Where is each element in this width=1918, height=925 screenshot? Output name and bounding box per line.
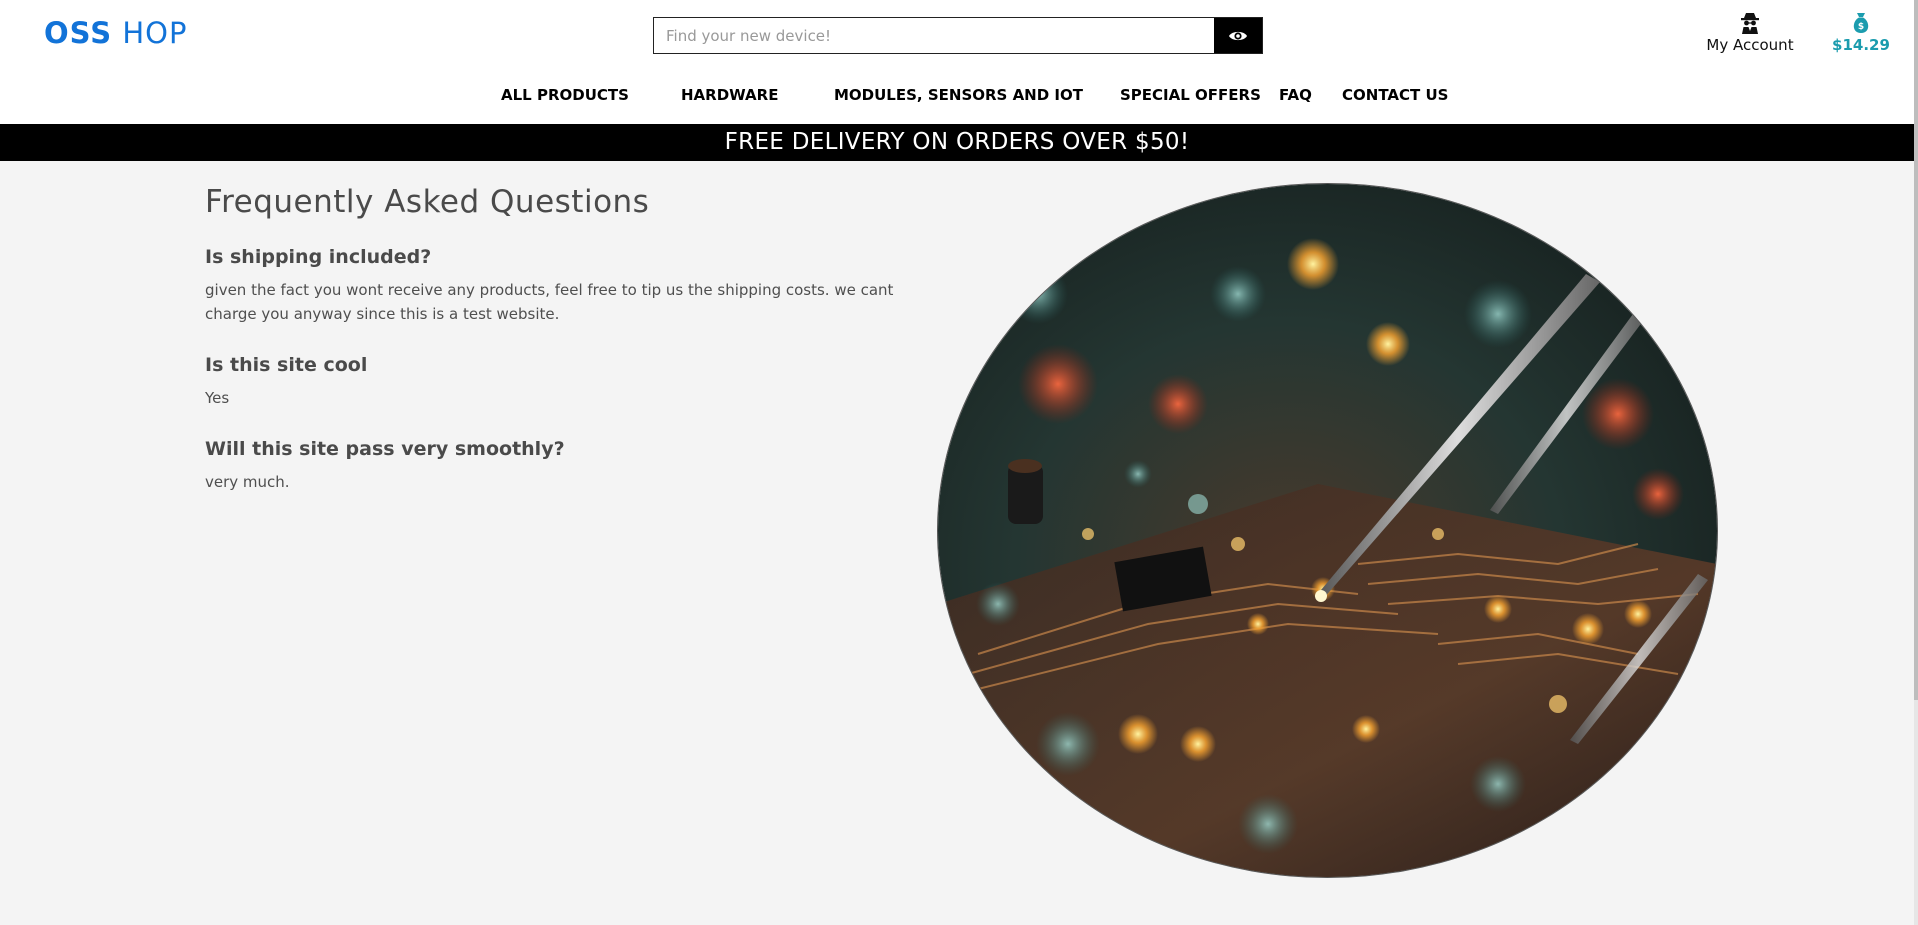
search-input[interactable]	[654, 18, 1214, 53]
my-account-label: My Account	[1706, 36, 1794, 54]
svg-text:$: $	[1858, 22, 1864, 32]
faq-answer: very much.	[205, 473, 290, 491]
scrollbar-thumb[interactable]	[1914, 0, 1918, 700]
faq-question: Is this site cool	[205, 354, 368, 376]
logo-bold-text: OSS	[44, 16, 113, 50]
cart-link[interactable]: $ $14.29	[1832, 12, 1890, 54]
nav-item-contact-us[interactable]: CONTACT US	[1342, 86, 1448, 104]
circuit-board-illustration	[938, 184, 1717, 877]
circuit-board-image	[938, 184, 1717, 877]
eye-icon	[1229, 31, 1247, 40]
faq-item: Will this site pass very smoothly? very …	[205, 438, 945, 494]
search-button[interactable]	[1214, 18, 1262, 53]
faq-item: Is this site cool Yes	[205, 354, 945, 410]
site-header: OSS HOP My Account $ $14.2	[0, 0, 1914, 124]
faq-answer: Yes	[205, 389, 230, 407]
nav-item-special-offers[interactable]: SPECIAL OFFERS	[1120, 86, 1261, 104]
faq-section: Frequently Asked Questions Is shipping i…	[205, 184, 945, 522]
page-title: Frequently Asked Questions	[205, 184, 650, 220]
site-logo[interactable]: OSS HOP	[44, 16, 187, 50]
nav-item-faq[interactable]: FAQ	[1279, 86, 1312, 104]
spy-icon	[1741, 13, 1759, 34]
promo-banner: FREE DELIVERY ON ORDERS OVER $50!	[0, 124, 1914, 161]
nav-item-modules-sensors-iot[interactable]: MODULES, SENSORS AND IOT	[834, 86, 1083, 104]
search-bar	[653, 17, 1263, 54]
money-bag-icon: $	[1853, 13, 1869, 33]
faq-question: Will this site pass very smoothly?	[205, 438, 565, 460]
promo-banner-text: FREE DELIVERY ON ORDERS OVER $50!	[724, 129, 1190, 155]
nav-item-hardware[interactable]: HARDWARE	[681, 86, 778, 104]
faq-answer: given the fact you wont receive any prod…	[205, 281, 894, 323]
faq-item: Is shipping included? given the fact you…	[205, 246, 945, 326]
cart-total: $14.29	[1832, 36, 1890, 54]
faq-question: Is shipping included?	[205, 246, 432, 268]
nav-item-all-products[interactable]: ALL PRODUCTS	[501, 86, 629, 104]
page-scrollbar[interactable]	[1914, 0, 1918, 925]
logo-rest-text: HOP	[112, 16, 188, 50]
my-account-link[interactable]: My Account	[1700, 12, 1800, 54]
